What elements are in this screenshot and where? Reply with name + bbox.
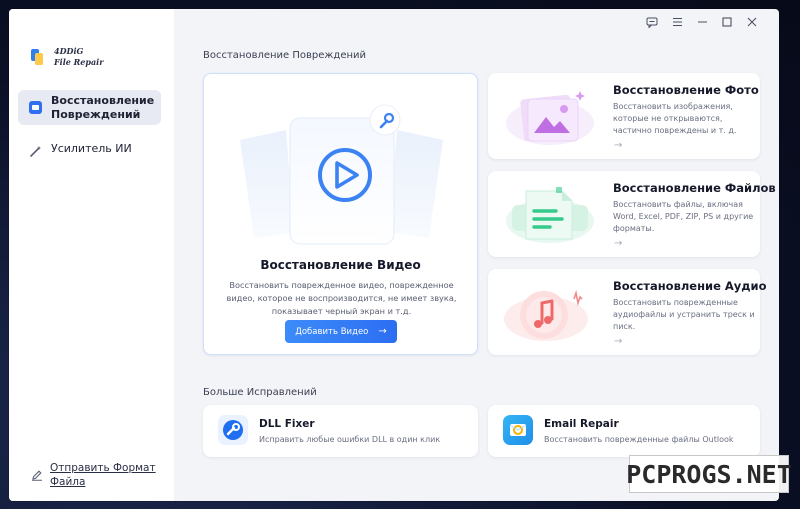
watermark: PCPROGS.NET (626, 455, 792, 493)
audio-card-description: Восстановить поврежденные аудиофайлы и у… (613, 298, 755, 331)
sidebar: 4DDiG File Repair Восстановление Поврежд… (9, 9, 174, 501)
photo-card-title: Восстановление Фото (613, 83, 759, 97)
logo-icon (31, 49, 43, 65)
sidebar-item-label: Усилитель ИИ (51, 142, 132, 155)
submit-format-link[interactable]: Отправить Формат Файла (31, 461, 174, 489)
audio-card-title: Восстановление Аудио (613, 279, 767, 293)
app-logo: 4DDiG File Repair (31, 46, 103, 68)
email-repair-card[interactable]: Email Repair Восстановить поврежденные ф… (488, 405, 760, 457)
sidebar-item-ai-enhancer[interactable]: Усилитель ИИ (18, 137, 161, 161)
menu-icon[interactable] (667, 15, 687, 29)
video-card-description: Восстановить поврежденное видео, поврежд… (226, 280, 457, 316)
photo-card-description: Восстановить изображения, которые не отк… (613, 102, 737, 135)
video-illustration (234, 92, 449, 252)
arrow-right-icon: → (614, 238, 623, 249)
magic-wand-icon (29, 143, 42, 157)
document-icon (500, 181, 600, 247)
logo-line-2: File Repair (54, 57, 104, 67)
arrow-right-icon: → (614, 336, 623, 347)
add-video-button[interactable]: Добавить Видео → (285, 320, 397, 343)
minimize-icon[interactable] (692, 15, 712, 29)
window-controls (637, 15, 762, 29)
repair-section-title: Восстановление Повреждений (203, 50, 367, 61)
folder-icon (29, 101, 42, 114)
app-window: 4DDiG File Repair Восстановление Поврежд… (9, 9, 779, 501)
feedback-icon[interactable] (642, 15, 662, 29)
file-repair-card[interactable]: Восстановление Файлов Восстановить файлы… (488, 171, 776, 257)
close-icon[interactable] (742, 15, 762, 29)
email-repair-title: Email Repair (544, 418, 619, 430)
add-video-label: Добавить Видео (295, 326, 369, 337)
photo-icon (500, 83, 600, 149)
dll-fixer-title: DLL Fixer (259, 418, 315, 430)
sidebar-item-repair[interactable]: Восстановление Повреждений (18, 90, 161, 125)
arrow-right-icon: → (614, 140, 623, 151)
audio-repair-card[interactable]: Восстановление Аудио Восстановить повреж… (488, 269, 767, 355)
video-repair-card[interactable]: Восстановление Видео Восстановить повреж… (203, 73, 478, 355)
video-card-title: Восстановление Видео (260, 258, 421, 272)
music-note-icon (500, 279, 600, 345)
logo-line-1: 4DDiG (54, 46, 84, 56)
dll-fixer-icon (218, 415, 248, 445)
dll-fixer-card[interactable]: DLL Fixer Исправить любые ошибки DLL в о… (203, 405, 478, 457)
more-fixes-section-title: Больше Исправлений (203, 387, 317, 398)
maximize-icon[interactable] (717, 15, 737, 29)
photo-repair-card[interactable]: Восстановление Фото Восстановить изображ… (488, 73, 760, 159)
arrow-right-icon: → (378, 326, 387, 337)
submit-format-label: Отправить Формат Файла (50, 462, 156, 488)
file-card-description: Восстановить файлы, включая Word, Excel,… (613, 200, 754, 233)
pencil-icon (31, 469, 43, 481)
dll-fixer-description: Исправить любые ошибки DLL в один клик (259, 435, 441, 444)
sidebar-item-label: Восстановление Повреждений (51, 93, 155, 121)
file-card-title: Восстановление Файлов (613, 181, 776, 195)
email-repair-description: Восстановить поврежденные файлы Outlook (544, 435, 734, 444)
email-repair-icon (503, 415, 533, 445)
